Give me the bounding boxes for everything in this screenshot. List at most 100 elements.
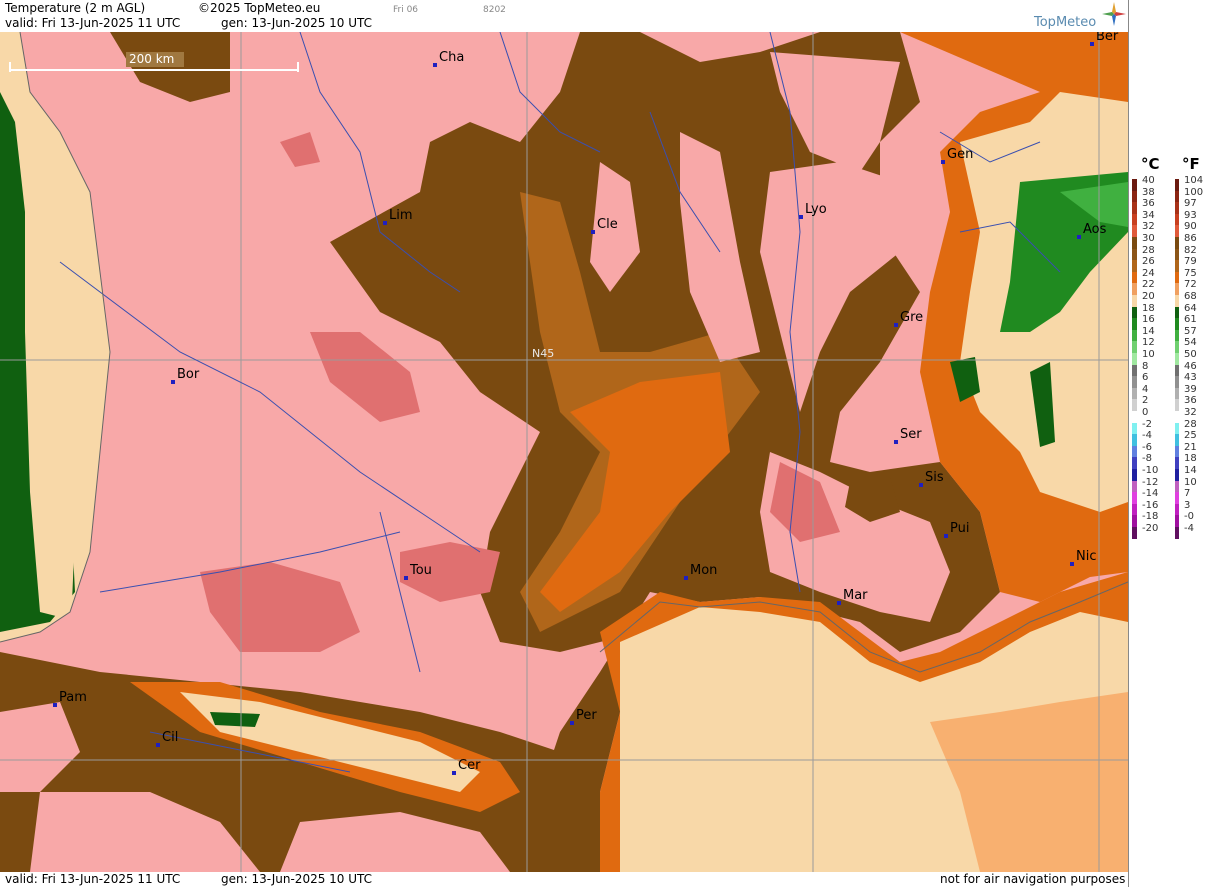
legend-celsius-label: -4 — [1142, 430, 1152, 442]
city-marker-icon — [684, 576, 688, 580]
legend-swatch-f — [1175, 225, 1179, 237]
legend-swatch-f — [1175, 503, 1179, 516]
legend-swatch-f — [1175, 202, 1179, 214]
fahrenheit-unit: °F — [1182, 155, 1200, 173]
legend-fahrenheit-label: 82 — [1184, 244, 1197, 256]
city-label-ber: Ber — [1090, 32, 1118, 46]
legend-swatch-c — [1132, 202, 1137, 214]
city-label-pam: Pam — [53, 690, 87, 707]
gen-time: gen: 13-Jun-2025 10 UTC — [221, 16, 373, 30]
city-label-mar: Mar — [837, 588, 868, 605]
legend-fahrenheit-label: 36 — [1184, 395, 1197, 407]
legend-fahrenheit-label: 14 — [1184, 465, 1197, 476]
city-marker-icon — [570, 721, 574, 725]
city-label-lim: Lim — [383, 208, 413, 225]
city-label-gen: Gen — [941, 147, 973, 164]
legend-fahrenheit-label: 64 — [1184, 302, 1197, 314]
legend-fahrenheit-label: 46 — [1184, 360, 1197, 372]
legend-swatch-c — [1132, 190, 1137, 203]
legend-celsius-label: -10 — [1142, 465, 1159, 476]
legend-swatch-c — [1132, 445, 1137, 458]
legend-swatch-c — [1132, 318, 1137, 330]
legend-celsius-label: 40 — [1142, 175, 1155, 186]
legend-fahrenheit-label: -0 — [1184, 511, 1194, 523]
city-marker-icon — [944, 534, 948, 538]
legend-celsius-label: 28 — [1142, 244, 1155, 256]
legend-celsius-label: -2 — [1142, 418, 1152, 430]
legend-swatch-f — [1175, 515, 1179, 527]
legend-swatch-c — [1132, 527, 1137, 539]
legend-celsius-label: -16 — [1142, 499, 1159, 511]
city-marker-icon — [383, 221, 387, 225]
legend-fahrenheit-label: 28 — [1184, 418, 1197, 430]
city-marker-icon — [433, 63, 437, 67]
legend-celsius-label: 8 — [1142, 360, 1149, 372]
legend-celsius-label: 32 — [1142, 221, 1155, 233]
legend-swatch-f — [1175, 341, 1179, 353]
legend-fahrenheit-label: 39 — [1184, 383, 1197, 395]
legend-celsius-label: 24 — [1142, 267, 1155, 279]
legend-fahrenheit-label: 93 — [1184, 209, 1197, 221]
legend-swatch-c — [1132, 237, 1137, 249]
legend-fahrenheit-label: 97 — [1184, 198, 1197, 210]
legend-swatch-f — [1175, 492, 1179, 504]
legend-swatch-f — [1175, 445, 1179, 458]
legend-swatch-f — [1175, 248, 1179, 261]
city-marker-icon — [53, 703, 57, 707]
city-label-bor: Bor — [171, 367, 199, 384]
legend-swatch-c — [1132, 503, 1137, 516]
legend-celsius-label: -12 — [1142, 476, 1159, 488]
legend-swatch-c — [1132, 422, 1137, 435]
legend-fahrenheit-label: 61 — [1184, 314, 1197, 326]
legend-swatch-f — [1175, 213, 1179, 226]
copyright: ©2025 TopMeteo.eu — [198, 1, 321, 15]
legend-swatch-f — [1175, 179, 1179, 191]
legend-swatch-f — [1175, 480, 1179, 493]
legend-celsius-label: 26 — [1142, 256, 1155, 268]
city-label-nic: Nic — [1070, 549, 1096, 566]
footer-note: not for air navigation purposes — [940, 872, 1126, 886]
legend-celsius-label: 36 — [1142, 198, 1155, 210]
legend-swatch-c — [1132, 399, 1137, 411]
legend-swatch-c — [1132, 329, 1137, 342]
city-label-cer: Cer — [452, 758, 480, 775]
valid-time: valid: Fri 13-Jun-2025 11 UTC — [5, 16, 181, 30]
city-label-tou: Tou — [404, 563, 432, 580]
legend-fahrenheit-label: 90 — [1184, 221, 1197, 233]
legend-celsius-label: -8 — [1142, 453, 1152, 465]
map-header: Temperature (2 m AGL) ©2025 TopMeteo.eu … — [0, 0, 1128, 32]
legend-celsius-label: 2 — [1142, 395, 1149, 407]
legend-swatch-f — [1175, 457, 1179, 469]
city-label-mon: Mon — [684, 563, 717, 580]
legend-fahrenheit-label: 54 — [1184, 337, 1197, 349]
city-label-cha: Cha — [433, 50, 464, 67]
legend-celsius-label: 10 — [1142, 349, 1155, 360]
legend-swatch-f — [1175, 469, 1179, 481]
legend-fahrenheit-label: 10 — [1184, 476, 1197, 488]
city-marker-icon — [404, 576, 408, 580]
legend-fahrenheit-label: 57 — [1184, 325, 1197, 337]
legend-swatch-f — [1175, 329, 1179, 342]
legend-swatch-f — [1175, 353, 1179, 365]
city-label-lyo: Lyo — [799, 202, 827, 219]
legend-swatch-f — [1175, 283, 1179, 295]
city-marker-icon — [1077, 235, 1081, 239]
city-marker-icon — [452, 771, 456, 775]
temperature-map[interactable]: 200 km N45 Cha Ber Gen Lim Cle Lyo Aos Gre Bor Se… — [0, 32, 1128, 872]
legend-celsius-label: 18 — [1142, 302, 1155, 314]
legend-swatch-c — [1132, 469, 1137, 481]
legend-celsius-label: 38 — [1142, 186, 1155, 198]
legend-swatch-c — [1132, 248, 1137, 261]
legend-swatch-c — [1132, 283, 1137, 295]
legend-celsius-label: 4 — [1142, 383, 1149, 395]
legend-swatch-c — [1132, 387, 1137, 400]
legend-swatch-f — [1175, 318, 1179, 330]
footer-valid-time: valid: Fri 13-Jun-2025 11 UTC — [5, 872, 181, 886]
legend-fahrenheit-label: 43 — [1184, 372, 1197, 384]
city-label-aos: Aos — [1077, 222, 1106, 239]
legend-swatch-c — [1132, 457, 1137, 469]
legend-fahrenheit-label: 68 — [1184, 291, 1197, 302]
legend-swatch-f — [1175, 271, 1179, 284]
legend-fahrenheit-label: -4 — [1184, 523, 1194, 534]
city-marker-icon — [894, 440, 898, 444]
